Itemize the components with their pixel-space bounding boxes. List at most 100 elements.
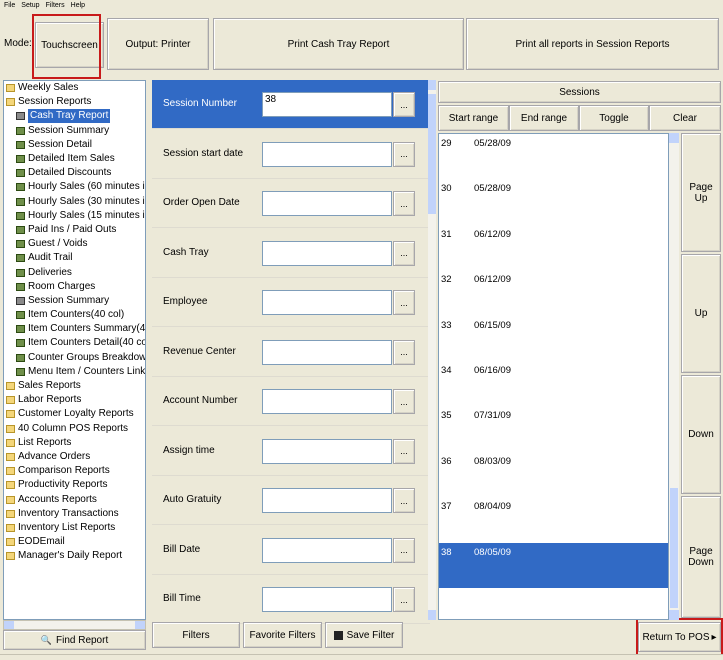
tree-item[interactable]: Inventory Transactions [4,507,145,521]
report-tree[interactable]: Weekly Sales Session Reports Cash Tray Rep… [3,80,146,620]
toggle-button[interactable]: Toggle [579,105,649,131]
tree-item[interactable]: Manager's Daily Report [4,549,145,563]
ellipsis-button[interactable]: ... [393,438,415,464]
filter-input[interactable] [262,438,392,464]
tree-item[interactable]: Session Summary [4,294,145,308]
tree-item[interactable]: Hourly Sales (30 minutes int [4,195,145,209]
session-row[interactable]: 38 08/05/09 [439,542,668,588]
tree-item[interactable]: Item Counters Detail(40 col) [4,336,145,350]
ellipsis-button[interactable]: ... [393,537,415,563]
filter-input[interactable]: 38 [262,92,392,117]
tree-item-label: Item Counters Summary(40 [28,323,145,335]
session-list[interactable]: 29 05/28/09 30 05/28/09 31 06/12/09 32 06/12/09… [438,133,669,620]
session-row[interactable]: 37 08/04/09 [439,497,668,519]
page-up-button[interactable]: Page Up [681,133,721,252]
tree-item[interactable]: Room Charges [4,280,145,294]
tree-item[interactable]: 40 Column POS Reports [4,422,145,436]
tree-item[interactable]: Paid Ins / Paid Outs [4,223,145,237]
tree-item[interactable]: Menu Item / Counters Linkag [4,365,145,379]
filter-input[interactable] [262,141,392,167]
ellipsis-button[interactable]: ... [393,389,415,414]
menu-filters[interactable]: Filters [46,2,65,9]
up-button[interactable]: Up [681,254,721,373]
filter-input[interactable] [262,488,392,513]
tree-item[interactable]: Session Summary [4,124,145,138]
ellipsis-button[interactable]: ... [393,587,415,612]
tree-item[interactable]: Hourly Sales (15 minutes int [4,209,145,223]
tree-item[interactable]: Hourly Sales (60 minutes int [4,180,145,194]
tree-item[interactable]: Weekly Sales [4,81,145,95]
end-range-button[interactable]: End range [509,105,579,131]
ellipsis-button[interactable]: ... [393,240,415,266]
clear-button[interactable]: Clear [649,105,721,131]
scroll-up-arrow[interactable] [428,80,436,90]
session-row[interactable]: 32 06/12/09 [439,270,668,292]
filter-input[interactable] [262,339,392,365]
tree-item[interactable]: Sales Reports [4,379,145,393]
filter-input[interactable] [262,389,392,414]
print-all-button[interactable]: Print all reports in Session Reports [466,18,719,70]
session-row[interactable]: 30 05/28/09 [439,179,668,201]
session-vscroll[interactable] [669,133,679,620]
favorite-filters-button[interactable]: Favorite Filters [243,622,322,648]
filters-button[interactable]: Filters [152,622,240,648]
tree-item[interactable]: Deliveries [4,265,145,279]
tree-item[interactable]: Accounts Reports [4,492,145,506]
scroll-down-arrow[interactable] [428,610,436,620]
tree-item[interactable]: Comparison Reports [4,464,145,478]
tree-item[interactable]: List Reports [4,436,145,450]
scroll-up-arrow[interactable] [669,133,679,143]
ellipsis-button[interactable]: ... [393,290,415,315]
menu-help[interactable]: Help [71,2,85,9]
tree-item[interactable]: Guest / Voids [4,237,145,251]
tree-item[interactable]: Counter Groups Breakdown [4,351,145,365]
output-button[interactable]: Output: Printer [107,18,209,70]
ellipsis-button[interactable]: ... [393,141,415,167]
session-row[interactable]: 31 06/12/09 [439,225,668,247]
scroll-right-arrow[interactable] [135,621,145,629]
scroll-thumb[interactable] [670,488,678,608]
session-row[interactable]: 29 05/28/09 [439,134,668,156]
ellipsis-button[interactable]: ... [393,92,415,117]
tree-item[interactable]: Item Counters Summary(40 [4,322,145,336]
ellipsis-button[interactable]: ... [393,191,415,216]
filter-input[interactable] [262,537,392,563]
ellipsis-button[interactable]: ... [393,339,415,365]
filter-input[interactable] [262,191,392,216]
ellipsis-button[interactable]: ... [393,488,415,513]
tree-item[interactable]: Productivity Reports [4,478,145,492]
filter-input[interactable] [262,240,392,266]
tree-item[interactable]: Labor Reports [4,393,145,407]
tree-hscroll[interactable] [3,620,146,630]
tree-item[interactable]: Customer Loyalty Reports [4,407,145,421]
filter-input[interactable] [262,290,392,315]
session-row[interactable]: 33 06/15/09 [439,316,668,338]
tree-item[interactable]: EODEmail [4,535,145,549]
page-down-button[interactable]: Page Down [681,496,721,618]
scroll-left-arrow[interactable] [4,621,14,629]
menu-file[interactable]: File [4,2,15,9]
tree-item[interactable]: Item Counters(40 col) [4,308,145,322]
down-button[interactable]: Down [681,375,721,494]
filter-label: Auto Gratuity [163,494,222,505]
print-cash-tray-button[interactable]: Print Cash Tray Report [213,18,464,70]
tree-item[interactable]: Audit Trail [4,251,145,265]
save-filter-button[interactable]: Save Filter [325,622,403,648]
start-range-button[interactable]: Start range [438,105,509,131]
session-row[interactable]: 36 08/03/09 [439,452,668,474]
scroll-down-arrow[interactable] [669,610,679,620]
tree-item[interactable]: Advance Orders [4,450,145,464]
form-vscroll[interactable] [428,80,436,620]
find-report-button[interactable]: 🔍 Find Report [3,630,146,650]
menu-setup[interactable]: Setup [21,2,39,9]
session-row[interactable]: 35 07/31/09 [439,406,668,428]
tree-item[interactable]: Session Reports [4,95,145,109]
tree-item[interactable]: Detailed Discounts [4,166,145,180]
tree-item[interactable]: Cash Tray Report [4,109,145,124]
filter-input[interactable] [262,587,392,612]
scroll-thumb[interactable] [428,94,436,214]
tree-item[interactable]: Session Detail [4,138,145,152]
tree-item[interactable]: Inventory List Reports [4,521,145,535]
tree-item[interactable]: Detailed Item Sales [4,152,145,166]
session-row[interactable]: 34 06/16/09 [439,361,668,383]
